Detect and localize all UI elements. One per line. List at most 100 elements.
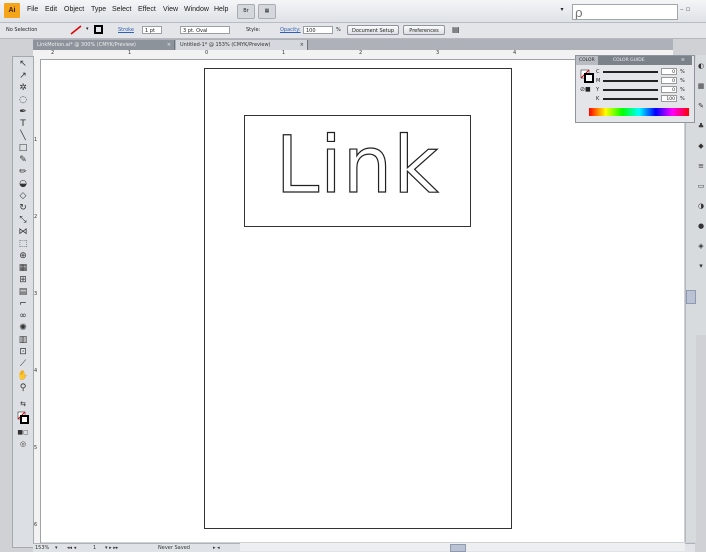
artboard-tool-icon[interactable]: ⊡ (17, 347, 29, 358)
yellow-slider[interactable]: Y 0 % (596, 86, 688, 94)
type-tool-icon[interactable]: T (17, 119, 29, 130)
panel-menu-icon[interactable]: ▤ (452, 25, 460, 34)
zoom-tool-icon[interactable]: ⚲ (17, 383, 29, 394)
tab-color[interactable]: COLOR (576, 56, 598, 65)
blob-brush-tool-icon[interactable]: ◒ (17, 179, 29, 190)
selection-tool-icon[interactable]: ↖ (17, 59, 29, 70)
hand-tool-icon[interactable]: ✋ (17, 371, 29, 382)
swatches-panel-icon[interactable]: ▦ (697, 82, 705, 90)
menu-window[interactable]: Window (184, 6, 209, 13)
menu-type[interactable]: Type (91, 6, 106, 13)
outlined-link-text[interactable]: Link (244, 116, 471, 216)
slider-value[interactable]: 0 (661, 86, 677, 93)
eraser-tool-icon[interactable]: ◇ (17, 191, 29, 202)
swap-fill-stroke-icon[interactable]: ⇆ (17, 399, 29, 410)
tab-color-guide[interactable]: COLOR GUIDE (610, 56, 648, 65)
stroke-weight-field[interactable]: 1 pt (142, 26, 162, 34)
appearance-panel-icon[interactable]: ● (697, 222, 705, 230)
panel-menu-icon[interactable]: ≡ (678, 56, 688, 65)
tab-linkmotion[interactable]: LinkMotion.ai* @ 300% (CMYK/Preview) × (33, 40, 175, 50)
stroke-panel-icon[interactable]: ≡ (697, 162, 705, 170)
slider-track[interactable] (603, 80, 658, 82)
menu-help[interactable]: Help (214, 6, 228, 13)
vertical-ruler[interactable]: 1 2 3 4 5 6 (33, 59, 41, 546)
drawing-mode-icon[interactable]: ◎ (17, 439, 29, 450)
blend-tool-icon[interactable]: ∞ (17, 311, 29, 322)
color-panel-icon[interactable]: ◐ (697, 62, 705, 70)
lasso-tool-icon[interactable]: ◌ (17, 95, 29, 106)
symbols-panel-icon[interactable]: ♣ (697, 122, 705, 130)
pen-tool-icon[interactable]: ✒ (17, 107, 29, 118)
workspace-switcher[interactable]: ▾ (556, 4, 568, 16)
slider-label: M (596, 78, 601, 84)
close-icon[interactable]: × (300, 40, 304, 50)
bridge-button[interactable]: Br (237, 4, 255, 19)
slider-track[interactable] (603, 71, 658, 73)
fill-swatch-icon[interactable] (70, 25, 82, 35)
magenta-slider[interactable]: M 0 % (596, 77, 688, 85)
tab-untitled-1[interactable]: Untitled-1* @ 153% (CMYK/Preview) × (176, 40, 308, 50)
ruler-label: 0 (205, 50, 209, 56)
gradient-tool-icon[interactable]: ▤ (17, 287, 29, 298)
cyan-slider[interactable]: C 0 % (596, 68, 688, 76)
eyedropper-tool-icon[interactable]: ⌐ (17, 299, 29, 310)
mesh-tool-icon[interactable]: ⊞ (17, 275, 29, 286)
opacity-label[interactable]: Opacity: (280, 27, 301, 33)
paintbrush-tool-icon[interactable]: ✎ (17, 155, 29, 166)
column-graph-tool-icon[interactable]: ▥ (17, 335, 29, 346)
stroke-label[interactable]: Stroke (118, 27, 134, 33)
menu-object[interactable]: Object (64, 6, 84, 13)
direct-selection-tool-icon[interactable]: ↗ (17, 71, 29, 82)
color-fill-stroke-icon[interactable] (580, 69, 594, 83)
slider-track[interactable] (603, 98, 658, 100)
opacity-field[interactable]: 100 (303, 26, 333, 34)
slider-track[interactable] (603, 89, 658, 91)
brushes-panel-icon[interactable]: ✎ (697, 102, 705, 110)
width-tool-icon[interactable]: ⋈ (17, 227, 29, 238)
style-label: Style: (246, 27, 261, 33)
arrange-documents-button[interactable]: ▦ (258, 4, 276, 19)
menu-select[interactable]: Select (112, 6, 131, 13)
symbol-sprayer-tool-icon[interactable]: ✺ (17, 323, 29, 334)
rotate-tool-icon[interactable]: ↻ (17, 203, 29, 214)
stroke-swatch-icon[interactable] (94, 25, 103, 34)
dropdown-arrow-icon[interactable]: ▾ (86, 26, 89, 32)
color-mode-icon[interactable]: ■▢ (17, 427, 29, 438)
free-transform-tool-icon[interactable]: ⬚ (17, 239, 29, 250)
color-panel-tabs: COLOR COLOR GUIDE ≡ (576, 56, 692, 65)
slider-unit: % (680, 78, 685, 84)
transparency-panel-icon[interactable]: ◑ (697, 202, 705, 210)
ruler-label: 2 (51, 50, 55, 56)
menu-file[interactable]: File (27, 6, 38, 13)
menu-view[interactable]: View (163, 6, 178, 13)
gradient-panel-icon[interactable]: ▭ (697, 182, 705, 190)
perspective-grid-tool-icon[interactable]: ▦ (17, 263, 29, 274)
menu-effect[interactable]: Effect (138, 6, 156, 13)
rectangle-tool-icon[interactable]: □ (17, 143, 29, 154)
slider-value[interactable]: 0 (661, 77, 677, 84)
window-controls[interactable]: – ▫ (680, 5, 690, 13)
black-slider[interactable]: K 100 % (596, 95, 688, 103)
line-tool-icon[interactable]: ╲ (17, 131, 29, 142)
slider-value[interactable]: 0 (661, 68, 677, 75)
brush-definition-field[interactable]: 3 pt. Oval (180, 26, 230, 34)
menu-bar: Ai File Edit Object Type Select Effect V… (0, 0, 706, 23)
magic-wand-tool-icon[interactable]: ✲ (17, 83, 29, 94)
search-input[interactable] (572, 4, 678, 20)
slice-tool-icon[interactable]: ⟋ (17, 359, 29, 370)
artboards-panel-icon[interactable]: ▾ (697, 262, 705, 270)
pencil-tool-icon[interactable]: ✏ (17, 167, 29, 178)
vertical-scroll-thumb[interactable] (686, 290, 696, 304)
shape-builder-tool-icon[interactable]: ⊕ (17, 251, 29, 262)
document-setup-button[interactable]: Document Setup (347, 25, 399, 35)
slider-value[interactable]: 100 (661, 95, 677, 102)
close-icon[interactable]: × (167, 40, 171, 50)
menu-edit[interactable]: Edit (45, 6, 57, 13)
color-spectrum[interactable] (589, 108, 689, 116)
none-black-icon[interactable]: ⊘■ (580, 86, 591, 93)
graphic-styles-panel-icon[interactable]: ◆ (697, 142, 705, 150)
preferences-button[interactable]: Preferences (403, 25, 445, 35)
scale-tool-icon[interactable]: ⤡ (17, 215, 29, 226)
fill-stroke-swatch-icon[interactable] (17, 411, 29, 425)
layers-panel-icon[interactable]: ◈ (697, 242, 705, 250)
